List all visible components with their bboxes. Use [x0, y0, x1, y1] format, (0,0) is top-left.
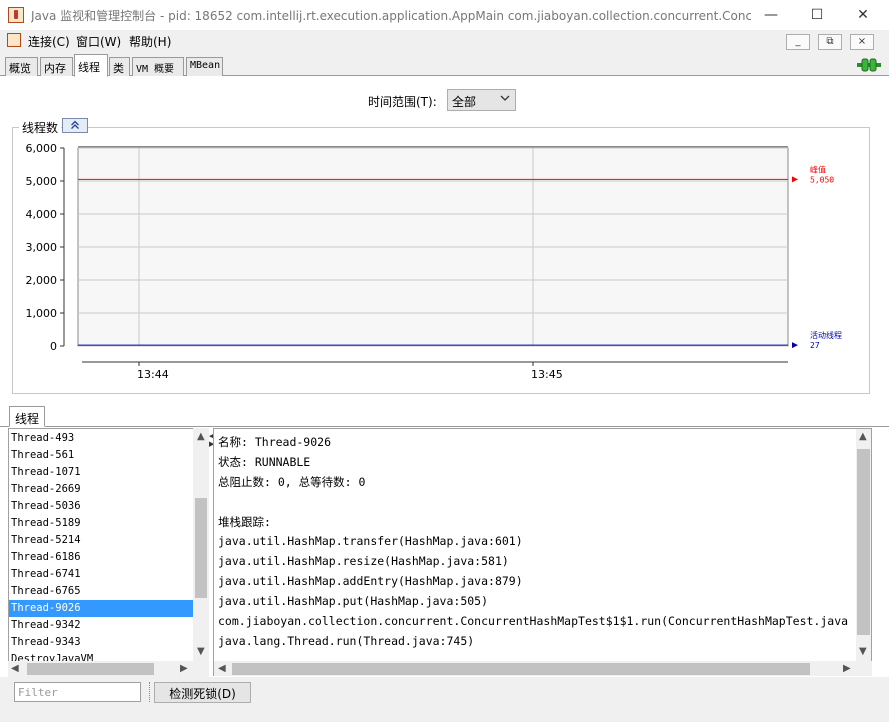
series-name-0: 峰值 [810, 164, 826, 174]
tab-divider [0, 426, 889, 427]
thread-list-item[interactable]: Thread-5214 [9, 532, 194, 549]
series-name-1: 活动线程 [810, 330, 842, 340]
y-tick-label: 3,000 [26, 241, 58, 254]
thread-list-item[interactable]: Thread-493 [9, 430, 194, 447]
thread-list-item[interactable]: Thread-9342 [9, 617, 194, 634]
thread-list-vscroll-thumb[interactable] [195, 498, 207, 598]
x-tick-label: 13:44 [137, 368, 169, 381]
minimize-button[interactable]: — [748, 0, 794, 30]
thread-list-item[interactable]: Thread-5036 [9, 498, 194, 515]
menu-help[interactable]: 帮助(H) [129, 33, 171, 50]
details-hscroll-thumb[interactable] [232, 663, 810, 675]
menu-connection[interactable]: 连接(C) [28, 33, 70, 50]
detail-line: 总阻止数: 0, 总等待数: 0 [218, 475, 366, 489]
tab-thread-list[interactable]: 线程 [9, 406, 45, 427]
close-button[interactable]: ✕ [840, 0, 886, 30]
series-marker-0 [792, 176, 798, 183]
detail-line: java.util.HashMap.transfer(HashMap.java:… [218, 534, 523, 548]
thread-list-item[interactable]: Thread-561 [9, 447, 194, 464]
filter-input[interactable] [14, 682, 141, 702]
thread-list-item[interactable]: Thread-9026 [9, 600, 194, 617]
series-value-0: 5,050 [810, 175, 834, 184]
menu-window[interactable]: 窗口(W) [76, 33, 121, 50]
y-tick-label: 0 [50, 340, 57, 353]
toolbar-grip [149, 682, 152, 702]
scroll-left-icon[interactable]: ◀ [11, 663, 19, 674]
scroll-up-icon[interactable]: ▲ [859, 431, 867, 442]
detail-line: 堆栈跟踪: [218, 515, 271, 529]
y-tick-label: 5,000 [26, 175, 58, 188]
tab-vm-summary[interactable]: VM 概要 [132, 57, 184, 76]
time-range-label: 时间范围(T): [368, 95, 437, 109]
detect-deadlock-button[interactable]: 检测死锁(D) [154, 682, 251, 703]
tab-threads[interactable]: 线程 [74, 54, 108, 77]
detail-line: com.jiaboyan.collection.concurrent.Concu… [218, 614, 849, 628]
chevron-down-icon [500, 95, 510, 101]
thread-list-item[interactable]: Thread-6186 [9, 549, 194, 566]
thread-count-chart: 6,000 5,000 4,000 3,000 2,000 1,000 0 13:44 13:4… [26, 142, 843, 381]
y-tick-label: 1,000 [26, 307, 58, 320]
tab-mbean[interactable]: MBean [186, 57, 223, 76]
scroll-down-icon[interactable]: ▼ [197, 646, 205, 657]
scroll-down-icon[interactable]: ▼ [859, 646, 867, 657]
detail-line: java.lang.Thread.run(Thread.java:745) [218, 634, 475, 648]
thread-count-label: 线程数 [19, 119, 62, 136]
mdi-close-button[interactable]: × [850, 34, 874, 50]
tab-memory[interactable]: 内存 [40, 57, 73, 76]
thread-list-item[interactable]: Thread-5189 [9, 515, 194, 532]
thread-list-hscroll-thumb[interactable] [27, 663, 154, 675]
connection-status-icon [857, 58, 881, 72]
collapse-chart-button[interactable] [62, 118, 88, 133]
series-marker-1 [792, 342, 798, 349]
thread-list-item[interactable]: Thread-6741 [9, 566, 194, 583]
details-vscroll-thumb[interactable] [857, 449, 870, 635]
thread-list-item[interactable]: Thread-1071 [9, 464, 194, 481]
detail-line: 名称: Thread-9026 [218, 435, 332, 449]
y-tick-label: 2,000 [26, 274, 58, 287]
mdi-restore-button[interactable]: ⧉ [818, 34, 842, 50]
scroll-left-icon[interactable]: ◀ [218, 663, 226, 674]
window-title: Java 监视和管理控制台 - pid: 18652 com.intellij.… [31, 9, 751, 23]
scroll-right-icon[interactable]: ▶ [843, 663, 851, 674]
tab-classes[interactable]: 类 [109, 57, 130, 76]
y-tick-label: 6,000 [26, 142, 58, 155]
scroll-right-icon[interactable]: ▶ [180, 663, 188, 674]
scroll-up-icon[interactable]: ▲ [197, 431, 205, 442]
thread-list-item[interactable]: Thread-6765 [9, 583, 194, 600]
detail-line: 状态: RUNNABLE [218, 455, 311, 469]
y-tick-label: 4,000 [26, 208, 58, 221]
series-value-1: 27 [810, 341, 820, 350]
detail-line: java.util.HashMap.addEntry(HashMap.java:… [218, 574, 523, 588]
x-tick-label: 13:45 [531, 368, 563, 381]
thread-list-item[interactable]: Thread-9343 [9, 634, 194, 651]
java-menu-icon [7, 33, 21, 47]
thread-list-item[interactable]: Thread-2669 [9, 481, 194, 498]
maximize-button[interactable]: ☐ [794, 0, 840, 30]
mdi-minimize-button[interactable]: _ [786, 34, 810, 50]
tab-overview[interactable]: 概览 [5, 57, 38, 76]
detail-line: java.util.HashMap.resize(HashMap.java:58… [218, 554, 509, 568]
detail-line: java.util.HashMap.put(HashMap.java:505) [218, 594, 489, 608]
java-app-icon [8, 7, 24, 23]
